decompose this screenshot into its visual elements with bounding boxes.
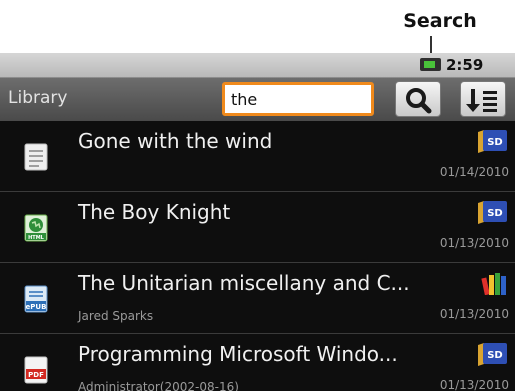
list-item[interactable]: HTML The Boy Knight SD 01/13/2010: [0, 192, 515, 263]
svg-text:SD: SD: [487, 137, 503, 148]
svg-text:PDF: PDF: [28, 371, 44, 379]
library-books-icon: [481, 273, 506, 295]
book-title: Programming Microsoft Windo...: [78, 342, 398, 366]
app-title: Library: [8, 88, 68, 108]
sd-card-icon: SD: [478, 201, 507, 224]
book-title: The Unitarian miscellany and C...: [78, 271, 410, 295]
title-bar: Library: [0, 78, 515, 121]
sd-card-icon: SD: [478, 343, 507, 366]
book-date: 01/13/2010: [439, 307, 509, 321]
svg-text:ePUB: ePUB: [26, 303, 47, 311]
device-screen: 2:59 AM Library: [0, 53, 515, 391]
svg-text:SD: SD: [487, 350, 503, 361]
status-bar: 2:59 AM: [0, 53, 515, 94]
text-file-icon: [24, 143, 48, 171]
battery-icon: [420, 58, 441, 71]
book-date: 01/14/2010: [439, 165, 509, 179]
callout-label: Search: [403, 10, 477, 32]
book-date: 01/13/2010: [439, 236, 509, 250]
book-subtitle: Jared Sparks: [78, 309, 154, 323]
html-file-icon: HTML: [24, 214, 48, 242]
magnifier-icon: [406, 88, 432, 114]
book-date: 01/13/2010: [439, 378, 509, 391]
sd-card-icon: SD: [478, 130, 507, 153]
sort-icon: [466, 89, 497, 112]
search-input[interactable]: [222, 82, 374, 116]
svg-text:SD: SD: [487, 208, 503, 219]
sort-button[interactable]: [460, 81, 506, 117]
book-title: The Boy Knight: [78, 200, 231, 224]
epub-file-icon: ePUB: [24, 285, 48, 313]
book-subtitle: Administrator(2002-08-16): [78, 380, 239, 391]
list-item[interactable]: PDF Programming Microsoft Windo... Admin…: [0, 334, 515, 391]
pdf-file-icon: PDF: [24, 356, 48, 384]
list-item[interactable]: Gone with the wind SD 01/14/2010: [0, 121, 515, 192]
search-button[interactable]: [395, 81, 441, 117]
svg-text:HTML: HTML: [28, 235, 45, 241]
list-item[interactable]: ePUB The Unitarian miscellany and C... J…: [0, 263, 515, 334]
book-title: Gone with the wind: [78, 129, 273, 153]
